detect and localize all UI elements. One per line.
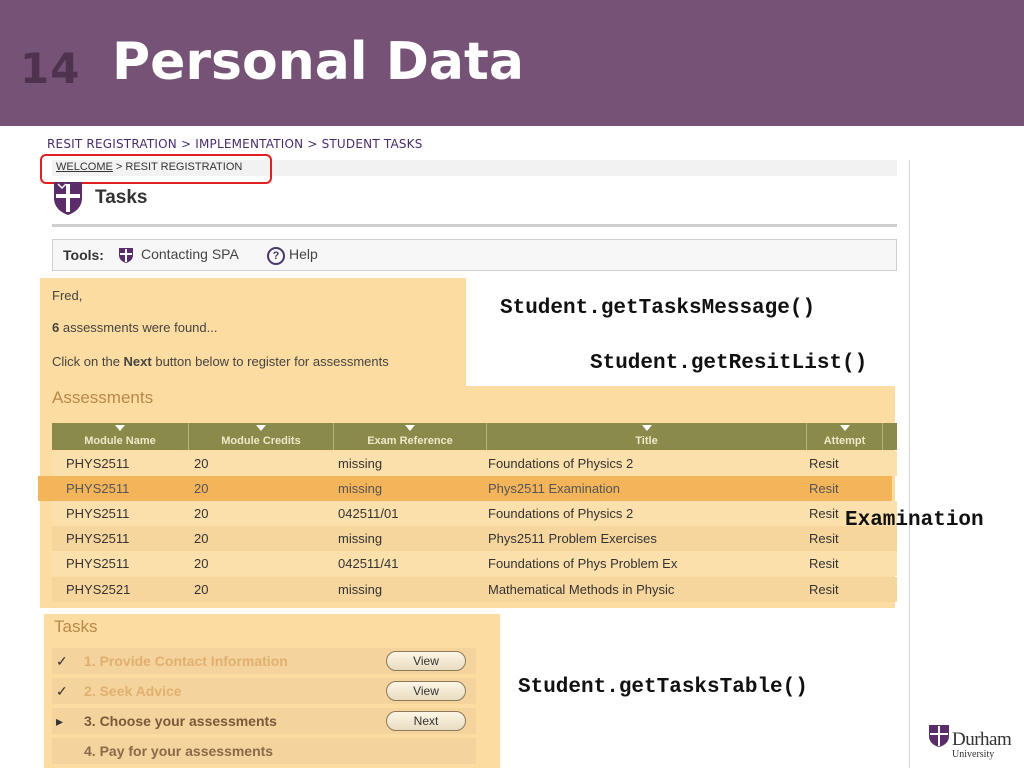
- column-label: Attempt: [823, 435, 866, 447]
- task-label: 3. Choose your assessments: [84, 713, 277, 729]
- tools-label: Tools:: [63, 247, 104, 263]
- cell-attempt: Resit: [809, 506, 839, 521]
- cell-exam-reference: missing: [338, 456, 383, 471]
- view-contact-button[interactable]: View: [386, 651, 466, 671]
- cell-module-credits: 20: [194, 506, 209, 521]
- table-row-highlighted[interactable]: PHYS2511 20 missing Phys2511 Examination…: [38, 476, 892, 501]
- message-instruction: Click on the Next button below to regist…: [52, 354, 389, 369]
- cell-exam-reference: missing: [338, 531, 383, 546]
- task-item-contact: ✓ 1. Provide Contact Information View: [52, 648, 476, 674]
- cell-module-credits: 20: [194, 582, 209, 597]
- message-instruction-pre: Click on the: [52, 354, 124, 369]
- help-link[interactable]: Help: [289, 246, 318, 262]
- screenshot-edge: [909, 160, 910, 768]
- slide-title: Personal Data: [112, 32, 524, 92]
- cell-module-credits: 20: [194, 481, 209, 496]
- message-count: 6 assessments were found...: [52, 320, 217, 335]
- check-icon: ✓: [56, 653, 68, 669]
- table-row[interactable]: PHYS2511 20 042511/01 Foundations of Phy…: [52, 501, 897, 526]
- help-icon[interactable]: ?: [267, 247, 285, 265]
- sort-arrow-icon: [839, 425, 850, 431]
- cell-title: Phys2511 Examination: [488, 481, 621, 496]
- annotation-tasks-table: Student.getTasksTable(): [518, 676, 808, 699]
- cell-attempt: Resit: [809, 456, 839, 471]
- breadcrumb: RESIT REGISTRATION > IMPLEMENTATION > ST…: [47, 137, 423, 151]
- cell-attempt: Resit: [809, 481, 839, 496]
- annotation-tasks-message: Student.getTasksMessage(): [500, 297, 816, 320]
- cell-module-credits: 20: [194, 456, 209, 471]
- arrow-right-icon: ▸: [56, 713, 64, 729]
- view-advice-button[interactable]: View: [386, 681, 466, 701]
- cell-module-name: PHYS2511: [66, 481, 130, 496]
- column-label: Module Credits: [221, 435, 301, 447]
- tasks-table-title: Tasks: [54, 617, 98, 636]
- cell-module-credits: 20: [194, 556, 209, 571]
- task-label: 4. Pay for your assessments: [84, 743, 274, 759]
- task-item-choose: ▸ 3. Choose your assessments Next: [52, 708, 476, 734]
- assessments-table-header: Module Name Module Credits Exam Referenc…: [52, 423, 897, 450]
- cell-exam-reference: missing: [338, 481, 383, 496]
- task-label: 1. Provide Contact Information: [84, 653, 288, 669]
- cell-attempt: Resit: [809, 556, 839, 571]
- annotation-resit-list: Student.getResitList(): [590, 352, 868, 375]
- column-module-credits[interactable]: Module Credits: [189, 423, 334, 450]
- table-row[interactable]: PHYS2511 20 missing Foundations of Physi…: [52, 451, 897, 476]
- cell-exam-reference: missing: [338, 582, 383, 597]
- cell-title: Foundations of Physics 2: [488, 506, 634, 521]
- logo-subtitle: University: [952, 749, 995, 760]
- cell-module-name: PHYS2511: [66, 531, 130, 546]
- tasks-message-panel: Fred, 6 assessments were found... Click …: [40, 278, 466, 386]
- table-row[interactable]: PHYS2511 20 missing Phys2511 Problem Exe…: [52, 526, 897, 551]
- cell-module-name: PHYS2511: [66, 556, 130, 571]
- message-count-text: assessments were found...: [59, 320, 218, 335]
- contacting-spa-link[interactable]: Contacting SPA: [141, 246, 239, 262]
- table-row[interactable]: PHYS2511 20 042511/41 Foundations of Phy…: [52, 551, 897, 576]
- cell-module-name: PHYS2521: [66, 582, 131, 597]
- cell-title: Phys2511 Problem Exercises: [488, 531, 657, 546]
- cell-attempt: Resit: [809, 531, 839, 546]
- message-instruction-post: button below to register for assessments: [151, 354, 389, 369]
- contact-icon: [119, 248, 133, 263]
- page-title: Tasks: [95, 187, 148, 208]
- annotation-examination: Examination: [845, 509, 984, 532]
- cell-title: Foundations of Phys Problem Ex: [488, 556, 678, 571]
- table-row[interactable]: PHYS2521 20 missing Mathematical Methods…: [52, 577, 897, 602]
- column-module-name[interactable]: Module Name: [52, 423, 189, 450]
- column-attempt[interactable]: Attempt: [807, 423, 883, 450]
- task-item-advice: ✓ 2. Seek Advice View: [52, 678, 476, 704]
- cell-attempt: Resit: [809, 582, 839, 597]
- task-label: 2. Seek Advice: [84, 683, 182, 699]
- cell-title: Foundations of Physics 2: [488, 456, 634, 471]
- sort-arrow-icon: [641, 425, 652, 431]
- cell-exam-reference: 042511/41: [338, 556, 399, 571]
- slide-number: 14: [20, 44, 81, 93]
- cell-title: Mathematical Methods in Physic: [488, 582, 675, 597]
- column-label: Module Name: [84, 435, 156, 447]
- next-button[interactable]: Next: [386, 711, 466, 731]
- cell-module-credits: 20: [194, 531, 209, 546]
- durham-shield-icon: [54, 182, 82, 215]
- sort-arrow-icon: [405, 425, 415, 431]
- task-item-pay: 4. Pay for your assessments: [52, 738, 476, 764]
- cell-module-name: PHYS2511: [66, 456, 130, 471]
- durham-logo: Durham University: [928, 722, 1016, 762]
- assessments-title: Assessments: [52, 388, 154, 407]
- message-instruction-bold: Next: [123, 354, 152, 369]
- column-exam-reference[interactable]: Exam Reference: [334, 423, 487, 450]
- title-divider: [52, 224, 897, 227]
- message-greeting: Fred,: [52, 288, 83, 303]
- tools-bar: Tools: Contacting SPA ? Help: [52, 239, 897, 271]
- sort-arrow-icon: [256, 425, 266, 431]
- cell-module-name: PHYS2511: [66, 506, 130, 521]
- column-title[interactable]: Title: [487, 423, 807, 450]
- sort-arrow-icon: [115, 425, 125, 431]
- durham-shield-icon: [929, 725, 949, 747]
- check-icon: ✓: [56, 683, 68, 699]
- cell-exam-reference: 042511/01: [338, 506, 399, 521]
- column-label: Title: [635, 435, 658, 447]
- logo-name: Durham: [952, 729, 1012, 750]
- column-label: Exam Reference: [367, 435, 453, 447]
- slide-header: 14 Personal Data: [0, 0, 1024, 126]
